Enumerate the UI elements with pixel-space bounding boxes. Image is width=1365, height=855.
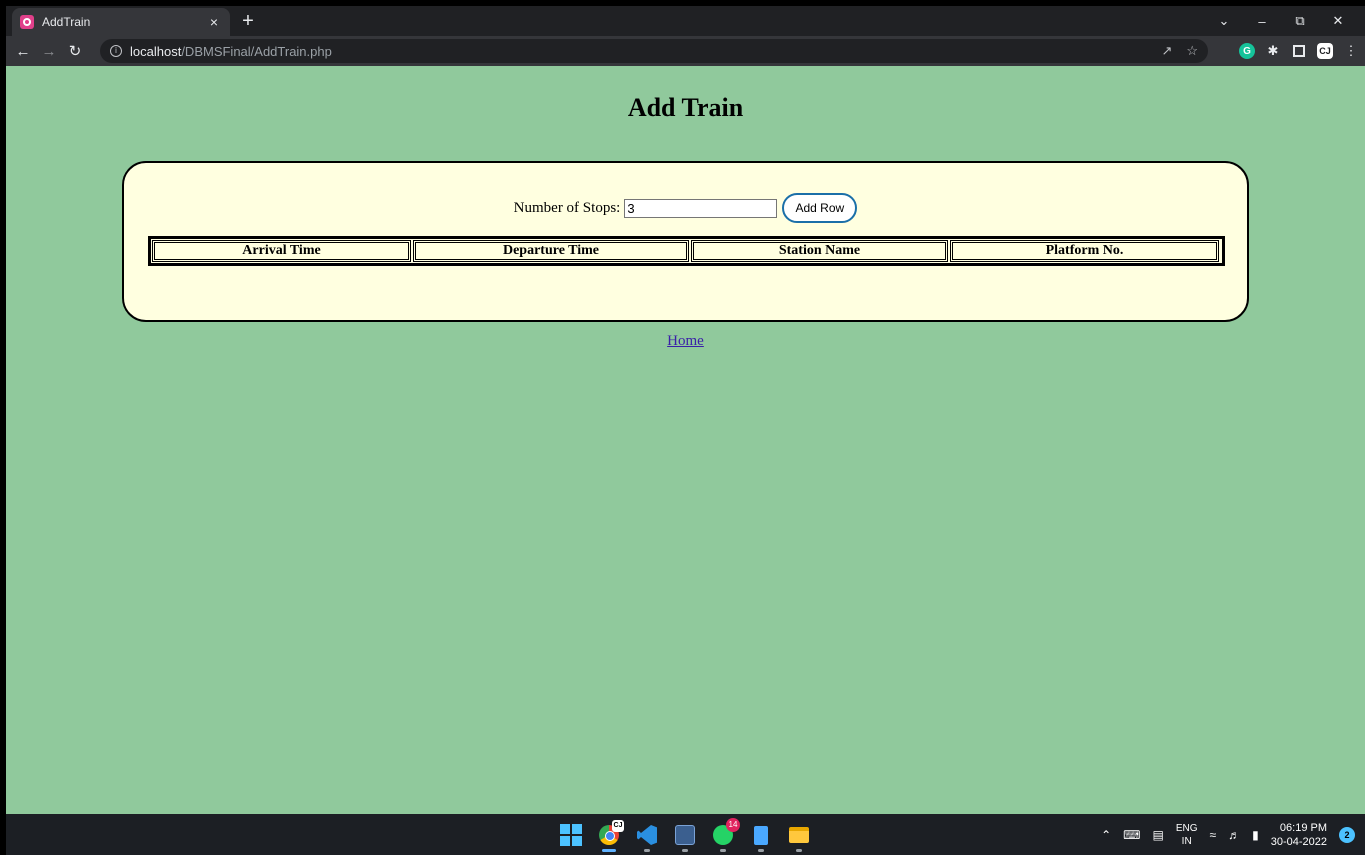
wifi-icon[interactable]: ≈: [1210, 828, 1217, 842]
header-platform-no: Platform No.: [950, 240, 1219, 262]
home-link-container: Home: [6, 333, 1365, 350]
site-info-icon[interactable]: i: [110, 45, 122, 57]
bookmark-star-icon[interactable]: ☆: [1186, 43, 1198, 59]
tab-bar: AddTrain × + ⌄ – ⧉ ✕: [6, 6, 1365, 36]
system-tray: ⌃ ⌨ ▤ ENG IN ≈ ♬ ▮ 06:19 PM 30-04-2022 2: [1101, 814, 1355, 855]
side-panel-icon[interactable]: [1291, 43, 1307, 59]
notification-badge[interactable]: 2: [1339, 826, 1355, 843]
minimize-icon[interactable]: –: [1243, 14, 1281, 29]
taskbar-file-explorer[interactable]: [786, 822, 812, 852]
close-window-icon[interactable]: ✕: [1319, 13, 1357, 29]
clock[interactable]: 06:19 PM 30-04-2022: [1271, 821, 1327, 849]
tablet-mode-icon[interactable]: ▤: [1153, 828, 1164, 842]
active-indicator: [602, 849, 616, 852]
extensions-puzzle-icon[interactable]: ✱: [1265, 43, 1281, 59]
profile-avatar-icon[interactable]: CJ: [1317, 43, 1333, 59]
stops-row: Number of Stops: Add Row: [124, 193, 1247, 223]
browser-window: AddTrain × + ⌄ – ⧉ ✕ ← → ↻ i localhost /…: [6, 6, 1365, 855]
browser-toolbar: ← → ↻ i localhost /DBMSFinal/AddTrain.ph…: [6, 36, 1365, 66]
running-indicator: [644, 849, 650, 852]
chevron-up-icon[interactable]: ⌃: [1101, 828, 1111, 842]
tab-title: AddTrain: [42, 15, 91, 29]
taskbar-vscode[interactable]: [634, 822, 660, 852]
add-train-form-card: Number of Stops: Add Row Arrival Time De…: [122, 161, 1249, 322]
taskbar-chrome[interactable]: CJ: [596, 820, 624, 852]
tab-addtrain[interactable]: AddTrain ×: [12, 8, 230, 36]
region-code: IN: [1181, 835, 1192, 847]
new-tab-button[interactable]: +: [236, 9, 260, 33]
running-indicator: [758, 849, 764, 852]
grammarly-icon[interactable]: G: [1239, 43, 1255, 59]
back-icon[interactable]: ←: [10, 43, 36, 60]
extensions-bar: G ✱ CJ ⋮: [1239, 36, 1359, 66]
keyboard-icon[interactable]: ⌨: [1123, 828, 1140, 842]
volume-icon[interactable]: ♬: [1228, 828, 1240, 842]
vscode-icon: [637, 825, 657, 845]
taskbar-notepad[interactable]: [748, 822, 774, 852]
clock-date: 30-04-2022: [1270, 835, 1327, 848]
whatsapp-unread-badge: 14: [726, 818, 740, 832]
mysql-workbench-icon: [675, 825, 695, 845]
tab-search-icon[interactable]: ⌄: [1205, 13, 1243, 29]
omnibox-actions: ↗ ☆: [1161, 39, 1198, 63]
running-indicator: [720, 849, 726, 852]
reload-icon[interactable]: ↻: [62, 42, 88, 60]
home-link[interactable]: Home: [667, 333, 704, 349]
favicon-icon: [20, 15, 34, 29]
url-path: /DBMSFinal/AddTrain.php: [181, 43, 332, 59]
taskbar-whatsapp[interactable]: 14: [710, 818, 740, 852]
page-title: Add Train: [627, 93, 744, 122]
tab-close-icon[interactable]: ×: [206, 14, 222, 30]
start-button[interactable]: [558, 822, 584, 848]
forward-icon[interactable]: →: [36, 43, 62, 60]
battery-icon[interactable]: ▮: [1252, 828, 1259, 842]
taskbar-mysql-workbench[interactable]: [672, 822, 698, 852]
input-language[interactable]: ENG IN: [1176, 822, 1198, 848]
clock-time: 06:19 PM: [1279, 821, 1327, 834]
header-station-name: Station Name: [691, 240, 948, 262]
address-bar[interactable]: i localhost /DBMSFinal/AddTrain.php ↗ ☆: [100, 39, 1208, 63]
notepad-icon: [754, 825, 768, 845]
add-row-button[interactable]: Add Row: [782, 193, 858, 223]
header-departure-time: Departure Time: [413, 240, 689, 262]
folder-icon: [789, 827, 809, 843]
taskbar-apps: CJ 14: [558, 818, 812, 852]
windows-logo-icon: [560, 824, 582, 846]
menu-kebab-icon[interactable]: ⋮: [1343, 43, 1359, 59]
running-indicator: [796, 849, 802, 852]
restore-icon[interactable]: ⧉: [1281, 13, 1319, 29]
header-arrival-time: Arrival Time: [152, 240, 411, 262]
running-indicator: [682, 849, 688, 852]
windows-taskbar: CJ 14 ⌃ ⌨ ▤ ENG IN ≈ ♬ ▮ 06:19 PM 30-04-…: [6, 814, 1365, 855]
stops-table: Arrival Time Departure Time Station Name…: [148, 236, 1225, 266]
share-icon[interactable]: ↗: [1161, 43, 1172, 59]
url-host: localhost: [130, 43, 182, 59]
number-of-stops-input[interactable]: [624, 198, 778, 218]
window-controls: ⌄ – ⧉ ✕: [1205, 6, 1357, 36]
page-viewport: Add Train Number of Stops: Add Row Arriv…: [6, 66, 1365, 814]
stops-label: Number of Stops:: [513, 199, 621, 216]
lang-code: ENG: [1175, 822, 1198, 834]
chrome-profile-badge: CJ: [612, 820, 624, 832]
